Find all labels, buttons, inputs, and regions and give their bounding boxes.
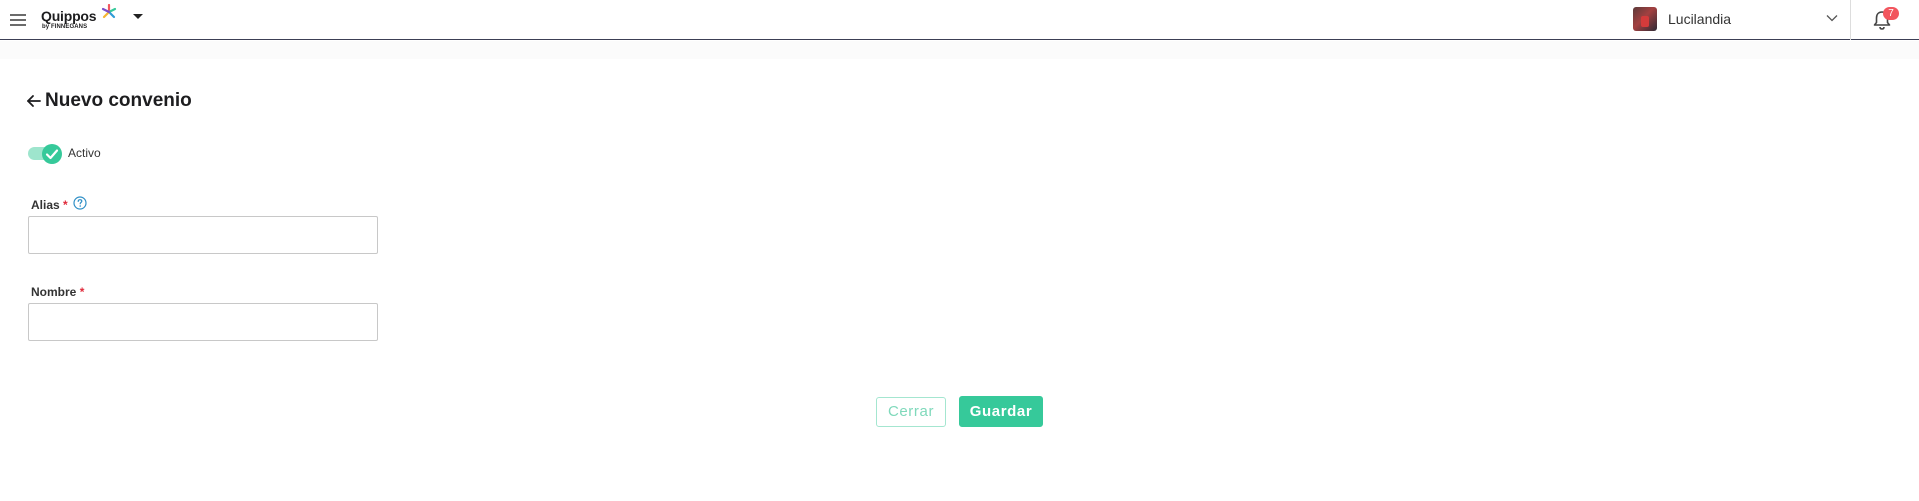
nombre-label: Nombre * bbox=[31, 285, 84, 299]
top-navbar: Quippos by FINNEGANS Lucilandia 7 bbox=[0, 0, 1919, 40]
required-mark: * bbox=[63, 198, 68, 212]
toggle-knob bbox=[42, 144, 62, 164]
logo-star-icon bbox=[101, 4, 117, 19]
alias-input[interactable] bbox=[28, 216, 378, 254]
chevron-down-icon bbox=[1826, 15, 1838, 22]
app-switcher-caret-icon[interactable] bbox=[133, 14, 143, 19]
nombre-label-text: Nombre bbox=[31, 285, 77, 299]
required-mark: * bbox=[79, 285, 85, 299]
save-button[interactable]: Guardar bbox=[959, 396, 1043, 427]
app-logo[interactable]: Quippos by FINNEGANS bbox=[41, 4, 117, 34]
user-selector[interactable]: Lucilandia bbox=[1633, 0, 1849, 40]
alias-label-text: Alias bbox=[31, 198, 60, 212]
user-name: Lucilandia bbox=[1668, 11, 1732, 27]
arrow-left-icon[interactable] bbox=[26, 93, 42, 109]
user-avatar bbox=[1633, 7, 1657, 31]
page-title: Nuevo convenio bbox=[45, 90, 192, 111]
close-button[interactable]: Cerrar bbox=[876, 397, 946, 427]
active-toggle[interactable] bbox=[28, 144, 62, 164]
navbar-divider bbox=[1850, 0, 1851, 40]
nombre-input[interactable] bbox=[28, 303, 378, 341]
hamburger-menu-icon[interactable] bbox=[10, 14, 26, 26]
check-icon bbox=[45, 149, 59, 160]
logo-subtitle: by FINNEGANS bbox=[42, 24, 88, 30]
notification-badge: 7 bbox=[1883, 7, 1899, 20]
active-toggle-label: Activo bbox=[68, 146, 101, 160]
sub-header-strip bbox=[0, 41, 1919, 59]
alias-label: Alias * bbox=[31, 198, 68, 212]
logo-name: Quippos bbox=[41, 8, 97, 24]
question-circle-icon[interactable] bbox=[73, 196, 87, 210]
